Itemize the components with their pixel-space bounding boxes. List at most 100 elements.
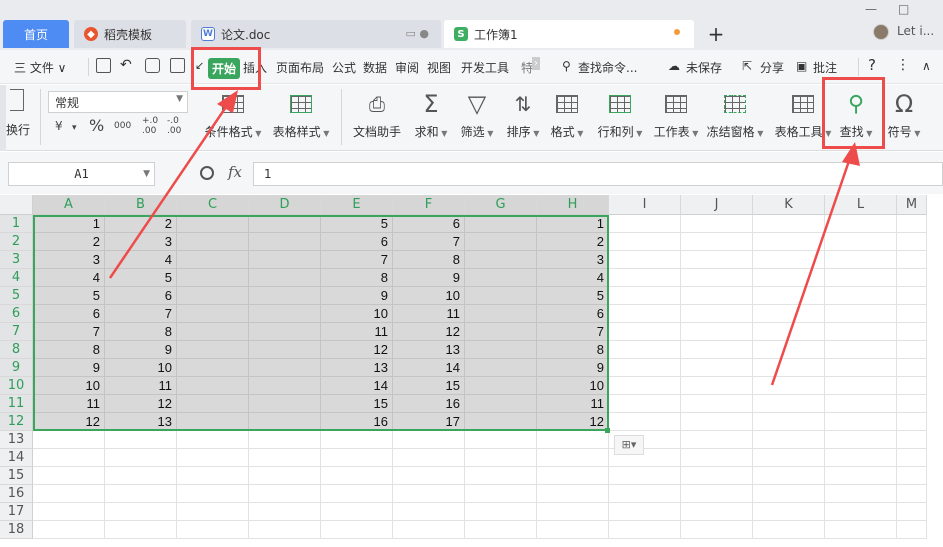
cell-d2[interactable] [249, 233, 321, 251]
cell-e14[interactable] [321, 449, 393, 467]
collapse-ribbon-icon[interactable]: ∧ [922, 59, 931, 73]
cell-b5[interactable]: 6 [105, 287, 177, 305]
row-header-18[interactable]: 18 [0, 521, 33, 539]
cell-i1[interactable] [609, 215, 681, 233]
cell-l13[interactable] [825, 431, 897, 449]
cell-m5[interactable] [897, 287, 927, 305]
comment-button[interactable]: 批注 [813, 59, 837, 76]
cell-i7[interactable] [609, 323, 681, 341]
maximize-button[interactable]: □ [898, 2, 909, 16]
unsaved-status[interactable]: 未保存 [686, 59, 722, 76]
cell-d18[interactable] [249, 521, 321, 539]
cell-j17[interactable] [681, 503, 753, 521]
cell-a8[interactable]: 8 [33, 341, 105, 359]
cell-g6[interactable] [465, 305, 537, 323]
cell-c5[interactable] [177, 287, 249, 305]
cell-i10[interactable] [609, 377, 681, 395]
cell-i12[interactable] [609, 413, 681, 431]
cell-j7[interactable] [681, 323, 753, 341]
cell-m4[interactable] [897, 269, 927, 287]
cell-k16[interactable] [753, 485, 825, 503]
new-tab-button[interactable]: + [705, 20, 727, 48]
chevron-down-icon[interactable]: ▾ [72, 123, 77, 133]
cell-g14[interactable] [465, 449, 537, 467]
save-icon[interactable] [96, 58, 111, 73]
cell-k3[interactable] [753, 251, 825, 269]
cell-f14[interactable] [393, 449, 465, 467]
row-header-11[interactable]: 11 [0, 395, 33, 413]
tab-home[interactable]: 首页 [3, 20, 69, 48]
cell-b8[interactable]: 9 [105, 341, 177, 359]
table-tools-button[interactable]: 表格工具 ▼ [770, 89, 836, 145]
cell-m12[interactable] [897, 413, 927, 431]
cell-c12[interactable] [177, 413, 249, 431]
cell-c11[interactable] [177, 395, 249, 413]
cell-k18[interactable] [753, 521, 825, 539]
cell-m10[interactable] [897, 377, 927, 395]
cell-d10[interactable] [249, 377, 321, 395]
thousands-button[interactable]: 000 [114, 121, 131, 131]
cell-m9[interactable] [897, 359, 927, 377]
cell-e2[interactable]: 6 [321, 233, 393, 251]
cell-c8[interactable] [177, 341, 249, 359]
cell-j3[interactable] [681, 251, 753, 269]
cell-b9[interactable]: 10 [105, 359, 177, 377]
cell-c18[interactable] [177, 521, 249, 539]
cell-i15[interactable] [609, 467, 681, 485]
sort-button[interactable]: ⇅ 排序 ▼ [498, 89, 548, 145]
cell-b12[interactable]: 13 [105, 413, 177, 431]
cell-l17[interactable] [825, 503, 897, 521]
cell-h1[interactable]: 1 [537, 215, 609, 233]
cell-k1[interactable] [753, 215, 825, 233]
cell-h18[interactable] [537, 521, 609, 539]
cell-d9[interactable] [249, 359, 321, 377]
row-header-3[interactable]: 3 [0, 251, 33, 269]
cell-j4[interactable] [681, 269, 753, 287]
cell-e5[interactable]: 9 [321, 287, 393, 305]
cell-g8[interactable] [465, 341, 537, 359]
cell-h17[interactable] [537, 503, 609, 521]
cell-b13[interactable] [105, 431, 177, 449]
cell-d3[interactable] [249, 251, 321, 269]
tab-document[interactable]: W 论文.doc ▭ ● [191, 20, 441, 48]
more-quick-icon[interactable]: ↙ [195, 59, 204, 72]
cell-d12[interactable] [249, 413, 321, 431]
cell-i3[interactable] [609, 251, 681, 269]
currency-button[interactable]: ¥ [55, 119, 63, 133]
column-header-g[interactable]: G [465, 195, 537, 215]
cell-j1[interactable] [681, 215, 753, 233]
cell-j9[interactable] [681, 359, 753, 377]
filter-button[interactable]: ▽ 筛选 ▼ [452, 89, 502, 145]
cell-m6[interactable] [897, 305, 927, 323]
cell-g16[interactable] [465, 485, 537, 503]
cell-f4[interactable]: 9 [393, 269, 465, 287]
cell-g4[interactable] [465, 269, 537, 287]
tab-formula[interactable]: 公式 [332, 59, 356, 76]
column-header-d[interactable]: D [249, 195, 321, 215]
cell-d5[interactable] [249, 287, 321, 305]
wrap-text-label[interactable]: 换行 [6, 121, 30, 138]
row-header-2[interactable]: 2 [0, 233, 33, 251]
cell-g1[interactable] [465, 215, 537, 233]
cell-f3[interactable]: 8 [393, 251, 465, 269]
cell-j6[interactable] [681, 305, 753, 323]
cell-k9[interactable] [753, 359, 825, 377]
cell-g2[interactable] [465, 233, 537, 251]
cell-l18[interactable] [825, 521, 897, 539]
cell-j14[interactable] [681, 449, 753, 467]
cell-f10[interactable]: 15 [393, 377, 465, 395]
cell-c9[interactable] [177, 359, 249, 377]
tab-page-layout[interactable]: 页面布局 [276, 59, 324, 76]
row-header-6[interactable]: 6 [0, 305, 33, 323]
cell-k15[interactable] [753, 467, 825, 485]
cell-g5[interactable] [465, 287, 537, 305]
cell-m7[interactable] [897, 323, 927, 341]
cell-g18[interactable] [465, 521, 537, 539]
cell-k11[interactable] [753, 395, 825, 413]
cell-f9[interactable]: 14 [393, 359, 465, 377]
cell-h2[interactable]: 2 [537, 233, 609, 251]
cell-k5[interactable] [753, 287, 825, 305]
cell-i8[interactable] [609, 341, 681, 359]
column-header-i[interactable]: I [609, 195, 681, 215]
row-header-17[interactable]: 17 [0, 503, 33, 521]
